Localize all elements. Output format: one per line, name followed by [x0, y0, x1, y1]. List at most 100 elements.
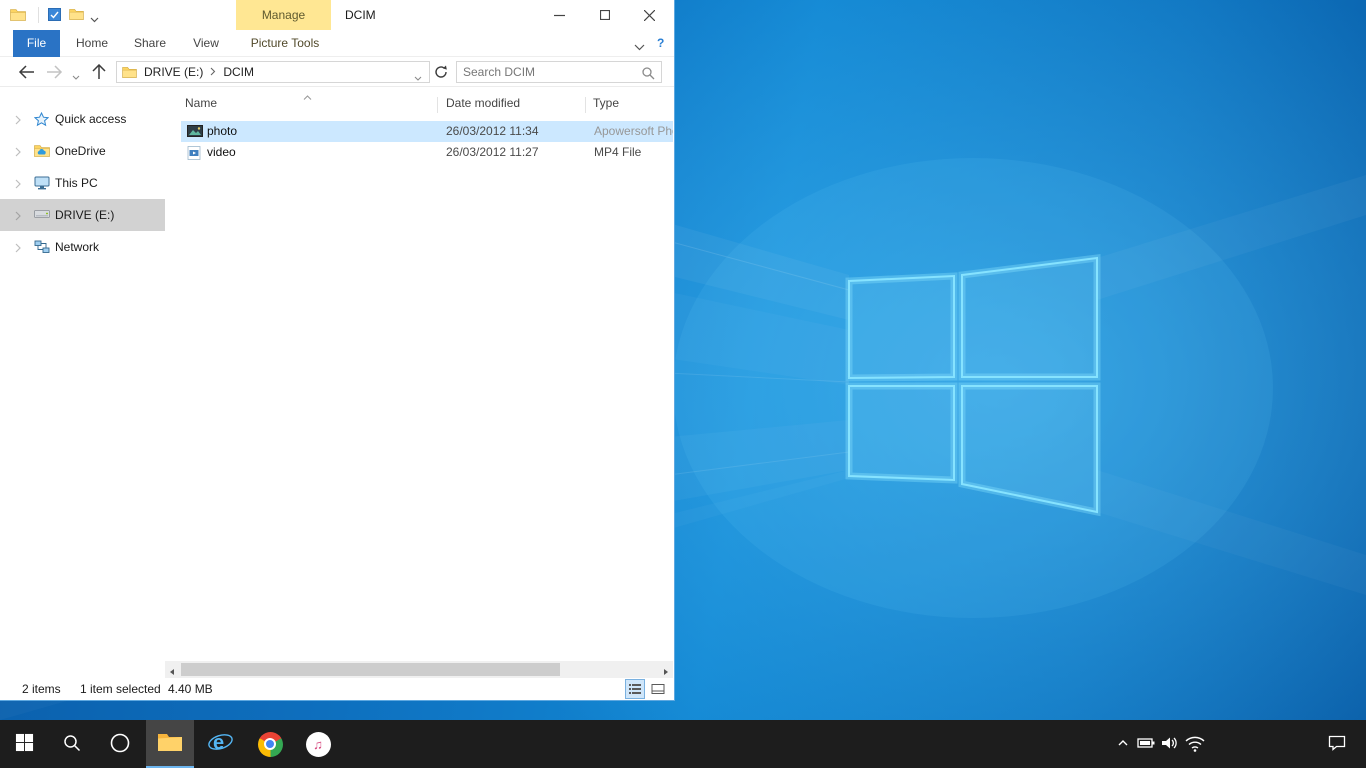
drive-icon — [34, 208, 50, 223]
column-divider[interactable] — [437, 97, 438, 113]
address-bar[interactable]: DRIVE (E:) DCIM — [116, 61, 430, 83]
sidebar-item-label: OneDrive — [55, 144, 106, 158]
breadcrumb-separator-icon[interactable] — [210, 65, 216, 79]
file-list: photo 26/03/2012 11:34 Apowersoft Pho vi… — [181, 121, 673, 163]
file-name: video — [207, 145, 236, 159]
forward-button[interactable] — [46, 65, 63, 82]
file-explorer-window: Manage DCIM File Home Share View Picture… — [0, 0, 675, 701]
navigation-pane: Quick access OneDrive This PC — [0, 87, 165, 661]
sidebar-item-quick-access[interactable]: Quick access — [0, 103, 165, 135]
column-header-name[interactable]: Name — [185, 96, 217, 110]
chevron-right-icon[interactable] — [15, 178, 21, 192]
itunes-icon: ♫ — [306, 732, 331, 757]
chevron-right-icon[interactable] — [15, 210, 21, 224]
sidebar-item-label: Network — [55, 240, 99, 254]
sidebar-item-drive-e[interactable]: DRIVE (E:) — [0, 199, 165, 231]
cortana-circle-icon — [109, 732, 131, 757]
help-icon[interactable]: ? — [657, 30, 664, 57]
tray-volume-button[interactable] — [1158, 720, 1180, 768]
action-center-icon — [1327, 733, 1347, 756]
breadcrumb-dcim[interactable]: DCIM — [223, 65, 254, 79]
file-name: photo — [207, 124, 237, 138]
address-folder-icon — [122, 66, 137, 81]
column-divider[interactable] — [585, 97, 586, 113]
title-bar[interactable]: Manage DCIM — [0, 0, 674, 30]
close-button[interactable] — [627, 0, 672, 30]
taskbar: e ♫ — [0, 720, 1366, 768]
computer-icon — [34, 176, 50, 193]
network-icon — [34, 240, 50, 257]
file-type: MP4 File — [594, 145, 641, 159]
search-icon[interactable] — [641, 66, 655, 83]
status-bar: 2 items 1 item selected 4.40 MB — [0, 678, 674, 700]
ribbon-expand-chevron-icon[interactable] — [634, 40, 645, 54]
start-button[interactable] — [0, 720, 48, 768]
chevron-right-icon[interactable] — [15, 114, 21, 128]
column-header-date-modified[interactable]: Date modified — [446, 96, 520, 110]
search-box[interactable] — [456, 61, 662, 83]
file-type: Apowersoft Pho — [594, 124, 673, 138]
cortana-button[interactable] — [96, 720, 144, 768]
video-file-icon — [187, 146, 201, 163]
tab-file[interactable]: File — [13, 30, 60, 57]
taskbar-itunes-button[interactable]: ♫ — [294, 720, 342, 768]
qat-customize-chevron-icon[interactable] — [90, 12, 99, 26]
address-toolbar: DRIVE (E:) DCIM — [0, 57, 674, 87]
sidebar-item-onedrive[interactable]: OneDrive — [0, 135, 165, 167]
file-row-video[interactable]: video 26/03/2012 11:27 MP4 File — [181, 142, 673, 163]
address-dropdown-chevron-icon[interactable] — [414, 70, 422, 84]
scroll-left-arrow-icon[interactable] — [168, 665, 176, 679]
onedrive-folder-icon — [34, 144, 50, 160]
taskbar-file-explorer-button[interactable] — [146, 720, 194, 768]
recent-locations-chevron-icon[interactable] — [72, 69, 80, 83]
chevron-right-icon[interactable] — [15, 146, 21, 160]
taskbar-chrome-button[interactable] — [246, 720, 294, 768]
taskbar-search-button[interactable] — [48, 720, 96, 768]
maximize-button[interactable] — [582, 0, 627, 30]
photo-file-icon — [187, 125, 203, 140]
ribbon-tab-bar: File Home Share View Picture Tools ? — [0, 30, 674, 57]
folder-icon — [157, 731, 183, 756]
tab-view[interactable]: View — [180, 30, 232, 57]
scrollbar-thumb[interactable] — [181, 663, 560, 676]
sidebar-item-label: This PC — [55, 176, 98, 190]
tab-share[interactable]: Share — [122, 30, 178, 57]
action-center-button[interactable] — [1322, 720, 1352, 768]
sidebar-item-network[interactable]: Network — [0, 231, 165, 263]
windows-logo-icon — [15, 733, 34, 755]
search-input[interactable] — [463, 63, 633, 81]
tray-network-button[interactable] — [1184, 720, 1206, 768]
back-button[interactable] — [18, 65, 35, 82]
horizontal-scrollbar[interactable] — [165, 661, 673, 678]
up-button[interactable] — [92, 64, 106, 83]
sort-ascending-caret-icon[interactable] — [303, 89, 312, 103]
search-icon — [62, 733, 82, 756]
refresh-button[interactable] — [434, 65, 448, 82]
chevron-right-icon[interactable] — [15, 242, 21, 256]
tab-home[interactable]: Home — [64, 30, 120, 57]
breadcrumb-drive[interactable]: DRIVE (E:) — [144, 65, 203, 79]
file-date-modified: 26/03/2012 11:27 — [446, 145, 539, 159]
large-icons-view-button[interactable] — [648, 679, 668, 699]
file-row-photo[interactable]: photo 26/03/2012 11:34 Apowersoft Pho — [181, 121, 673, 142]
column-header-type[interactable]: Type — [593, 96, 619, 110]
qat-new-folder-icon[interactable] — [69, 8, 84, 23]
manage-contextual-tab[interactable]: Manage — [236, 0, 331, 30]
window-title: DCIM — [345, 0, 376, 30]
tray-show-hidden-icons-button[interactable] — [1112, 720, 1134, 768]
tray-battery-button[interactable] — [1135, 720, 1157, 768]
chrome-icon — [258, 732, 283, 757]
wifi-icon — [1184, 733, 1206, 756]
speaker-icon — [1159, 733, 1179, 756]
selection-count: 1 item selected — [80, 682, 161, 696]
qat-properties-icon[interactable] — [48, 8, 61, 24]
scroll-right-arrow-icon[interactable] — [662, 665, 670, 679]
tab-picture-tools[interactable]: Picture Tools — [240, 30, 330, 57]
file-date-modified: 26/03/2012 11:34 — [446, 124, 539, 138]
chevron-up-icon — [1116, 736, 1130, 753]
details-view-button[interactable] — [625, 679, 645, 699]
minimize-button[interactable] — [537, 0, 582, 30]
sidebar-item-this-pc[interactable]: This PC — [0, 167, 165, 199]
quick-access-star-icon — [34, 112, 49, 130]
taskbar-internet-explorer-button[interactable]: e — [196, 720, 244, 768]
